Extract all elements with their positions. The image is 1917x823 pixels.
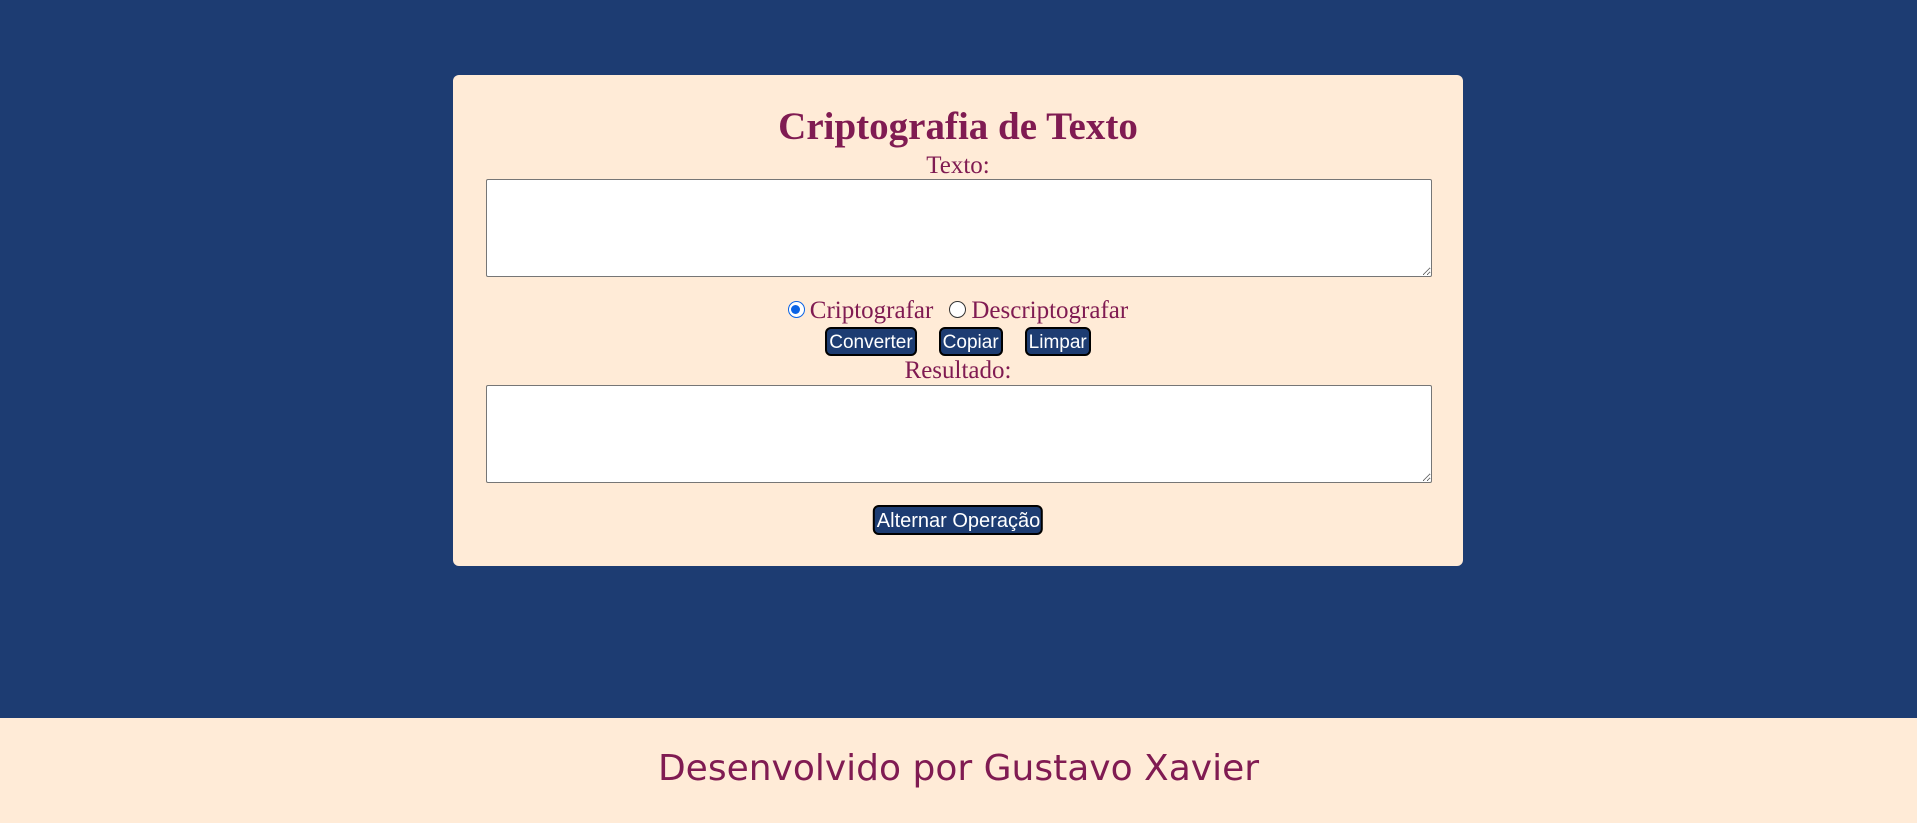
radio-descriptografar-label: Descriptografar bbox=[971, 297, 1129, 324]
result-label: Resultado: bbox=[904, 357, 1012, 384]
clear-button[interactable]: Limpar bbox=[1024, 327, 1091, 356]
radio-descriptografar[interactable]: Descriptografar bbox=[949, 298, 1128, 323]
radio-criptografar[interactable]: Criptografar bbox=[787, 297, 934, 324]
mode-radio-group: Criptografar Descriptografar bbox=[453, 298, 1463, 323]
text-input[interactable] bbox=[486, 179, 1432, 277]
page-title: Criptografia de Texto bbox=[778, 105, 1138, 148]
convert-button[interactable]: Converter bbox=[825, 327, 917, 356]
radio-checked-icon[interactable] bbox=[787, 301, 805, 318]
action-buttons: Converter Copiar Limpar bbox=[453, 327, 1463, 356]
footer-credit: Desenvolvido por Gustavo Xavier bbox=[657, 748, 1260, 789]
toggle-operation-button[interactable]: Alternar Operação bbox=[872, 505, 1044, 535]
result-output[interactable] bbox=[486, 385, 1432, 483]
footer: Desenvolvido por Gustavo Xavier bbox=[0, 718, 1917, 823]
text-input-label: Texto: bbox=[926, 152, 990, 179]
crypto-card: Criptografia de Texto Texto: Criptografa… bbox=[453, 75, 1463, 566]
radio-criptografar-label: Criptografar bbox=[809, 297, 934, 324]
radio-unchecked-icon[interactable] bbox=[949, 301, 967, 318]
copy-button[interactable]: Copiar bbox=[938, 327, 1003, 356]
